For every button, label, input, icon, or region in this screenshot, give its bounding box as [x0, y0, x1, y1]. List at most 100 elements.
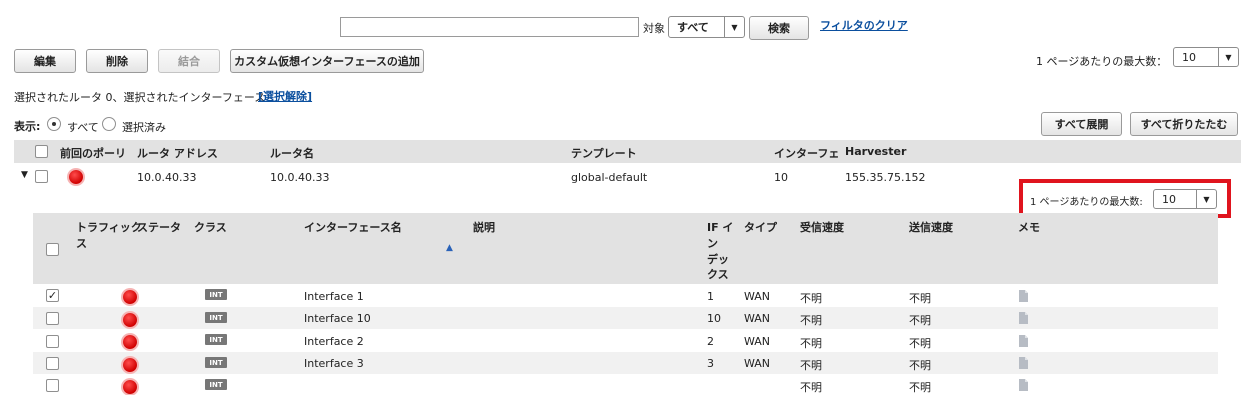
col-type[interactable]: タイプ: [744, 219, 777, 235]
radio-selected-dot: [52, 122, 56, 126]
selection-status-text: 選択されたルータ 0、選択されたインターフェース: [14, 91, 266, 104]
collapse-all-button[interactable]: すべて折りたたむ: [1130, 112, 1238, 136]
memo-icon[interactable]: [1018, 357, 1028, 369]
col-memo[interactable]: メモ: [1018, 219, 1040, 235]
interface-name[interactable]: Interface 1: [304, 290, 364, 303]
col-status[interactable]: ステータ: [137, 219, 181, 235]
sub-per-page-label: 1 ページあたりの最大数:: [1030, 197, 1143, 208]
rx-speed: 不明: [800, 337, 822, 350]
col-description[interactable]: 説明: [473, 219, 495, 235]
per-page-select[interactable]: 10 ▼: [1173, 47, 1239, 67]
view-all-label: すべて: [67, 121, 99, 134]
col-router-name[interactable]: ルータ名: [270, 145, 314, 161]
interface-index: 3: [707, 357, 714, 370]
col-ifindex-line3: デッ: [707, 253, 729, 266]
add-custom-vif-button[interactable]: カスタム仮想インターフェースの追加: [230, 49, 424, 73]
per-page-label: 1 ページあたりの最大数：: [1036, 55, 1168, 68]
sub-per-page-value: 10: [1162, 192, 1176, 206]
row-checkbox[interactable]: [46, 357, 59, 370]
router-name[interactable]: 10.0.40.33: [270, 171, 329, 184]
router-select-all-checkbox[interactable]: [35, 145, 48, 158]
traffic-status-icon: [123, 335, 137, 349]
row-checkbox[interactable]: [46, 379, 59, 392]
interface-type: WAN: [744, 290, 771, 303]
expand-all-label: すべて展開: [1054, 118, 1109, 131]
col-traffic-line2: ス: [76, 237, 87, 250]
row-checkbox[interactable]: [46, 312, 59, 325]
interface-name[interactable]: Interface 2: [304, 335, 364, 348]
collapse-all-label: すべて折りたたむ: [1140, 118, 1228, 131]
router-template: global-default: [571, 171, 648, 184]
merge-button-label: 結合: [178, 55, 200, 68]
delete-button-label: 削除: [106, 55, 128, 68]
col-traffic-line1[interactable]: トラフィック: [76, 219, 142, 235]
view-all-radio[interactable]: [47, 117, 61, 131]
per-page-value: 10: [1182, 50, 1196, 64]
sort-ascending-icon[interactable]: ▲: [446, 243, 453, 253]
col-rx-speed[interactable]: 受信速度: [800, 219, 844, 235]
view-selected-label: 選択済み: [122, 121, 166, 134]
col-ifindex-line1[interactable]: IF イ: [707, 219, 733, 235]
interface-index: 2: [707, 335, 714, 348]
traffic-status-icon: [123, 313, 137, 327]
interface-name[interactable]: Interface 10: [304, 312, 371, 325]
interface-name[interactable]: Interface 3: [304, 357, 364, 370]
interface-type: WAN: [744, 312, 771, 325]
expand-toggle-icon[interactable]: ▼: [21, 170, 28, 180]
col-harvester[interactable]: Harvester: [845, 145, 906, 158]
col-router-address[interactable]: ルータ アドレス: [137, 145, 218, 161]
router-harvester: 155.35.75.152: [845, 171, 926, 184]
router-address: 10.0.40.33: [137, 171, 197, 184]
interface-type: WAN: [744, 335, 771, 348]
col-ifindex-line4: クス: [707, 268, 729, 281]
memo-icon[interactable]: [1018, 335, 1028, 347]
router-row-checkbox[interactable]: [35, 170, 48, 183]
rx-speed: 不明: [800, 381, 822, 394]
delete-button[interactable]: 削除: [86, 49, 148, 73]
router-status-icon: [69, 170, 83, 184]
tx-speed: 不明: [909, 292, 931, 305]
view-label: 表示:: [14, 120, 41, 133]
col-template[interactable]: テンプレート: [571, 145, 637, 161]
col-interface-name[interactable]: インターフェース名: [304, 219, 402, 235]
memo-icon[interactable]: [1018, 312, 1028, 324]
memo-icon[interactable]: [1018, 290, 1028, 302]
row-checkbox[interactable]: ✓: [46, 289, 59, 302]
row-checkbox[interactable]: [46, 335, 59, 348]
expand-all-button[interactable]: すべて展開: [1041, 112, 1122, 136]
filter-search-input[interactable]: [340, 17, 639, 37]
chevron-down-icon: ▼: [1196, 190, 1216, 208]
clear-selection-link[interactable]: [選択解除]: [258, 88, 312, 104]
tx-speed: 不明: [909, 359, 931, 372]
tx-speed: 不明: [909, 337, 931, 350]
interface-index: 10: [707, 312, 721, 325]
search-button[interactable]: 検索: [749, 16, 809, 40]
tx-speed: 不明: [909, 314, 931, 327]
search-button-label: 検索: [768, 22, 790, 35]
tx-speed: 不明: [909, 381, 931, 394]
add-custom-vif-label: カスタム仮想インターフェースの追加: [234, 55, 420, 68]
memo-icon[interactable]: [1018, 379, 1028, 391]
traffic-status-icon: [123, 380, 137, 394]
rx-speed: 不明: [800, 292, 822, 305]
chevron-down-icon: ▼: [724, 17, 744, 37]
view-selected-radio[interactable]: [102, 117, 116, 131]
interface-index: 1: [707, 290, 714, 303]
col-last-poll[interactable]: 前回のポーリ: [60, 145, 126, 161]
merge-button[interactable]: 結合: [158, 49, 220, 73]
interface-select-all-checkbox[interactable]: [46, 243, 59, 256]
sub-per-page-select[interactable]: 10 ▼: [1153, 189, 1217, 209]
col-ifindex-line2: ン: [707, 237, 718, 250]
traffic-status-icon: [123, 290, 137, 304]
clear-filter-link[interactable]: フィルタのクリア: [820, 17, 908, 33]
class-badge: INT: [205, 289, 227, 300]
col-interfaces[interactable]: インターフェ: [774, 145, 839, 161]
col-class[interactable]: クラス: [194, 219, 227, 235]
col-tx-speed[interactable]: 送信速度: [909, 219, 953, 235]
chevron-down-icon: ▼: [1218, 48, 1238, 66]
filter-target-value: すべて: [677, 21, 709, 34]
interface-type: WAN: [744, 357, 771, 370]
filter-target-select[interactable]: すべて ▼: [668, 16, 745, 38]
edit-button[interactable]: 編集: [14, 49, 76, 73]
router-interface-count: 10: [774, 171, 788, 184]
